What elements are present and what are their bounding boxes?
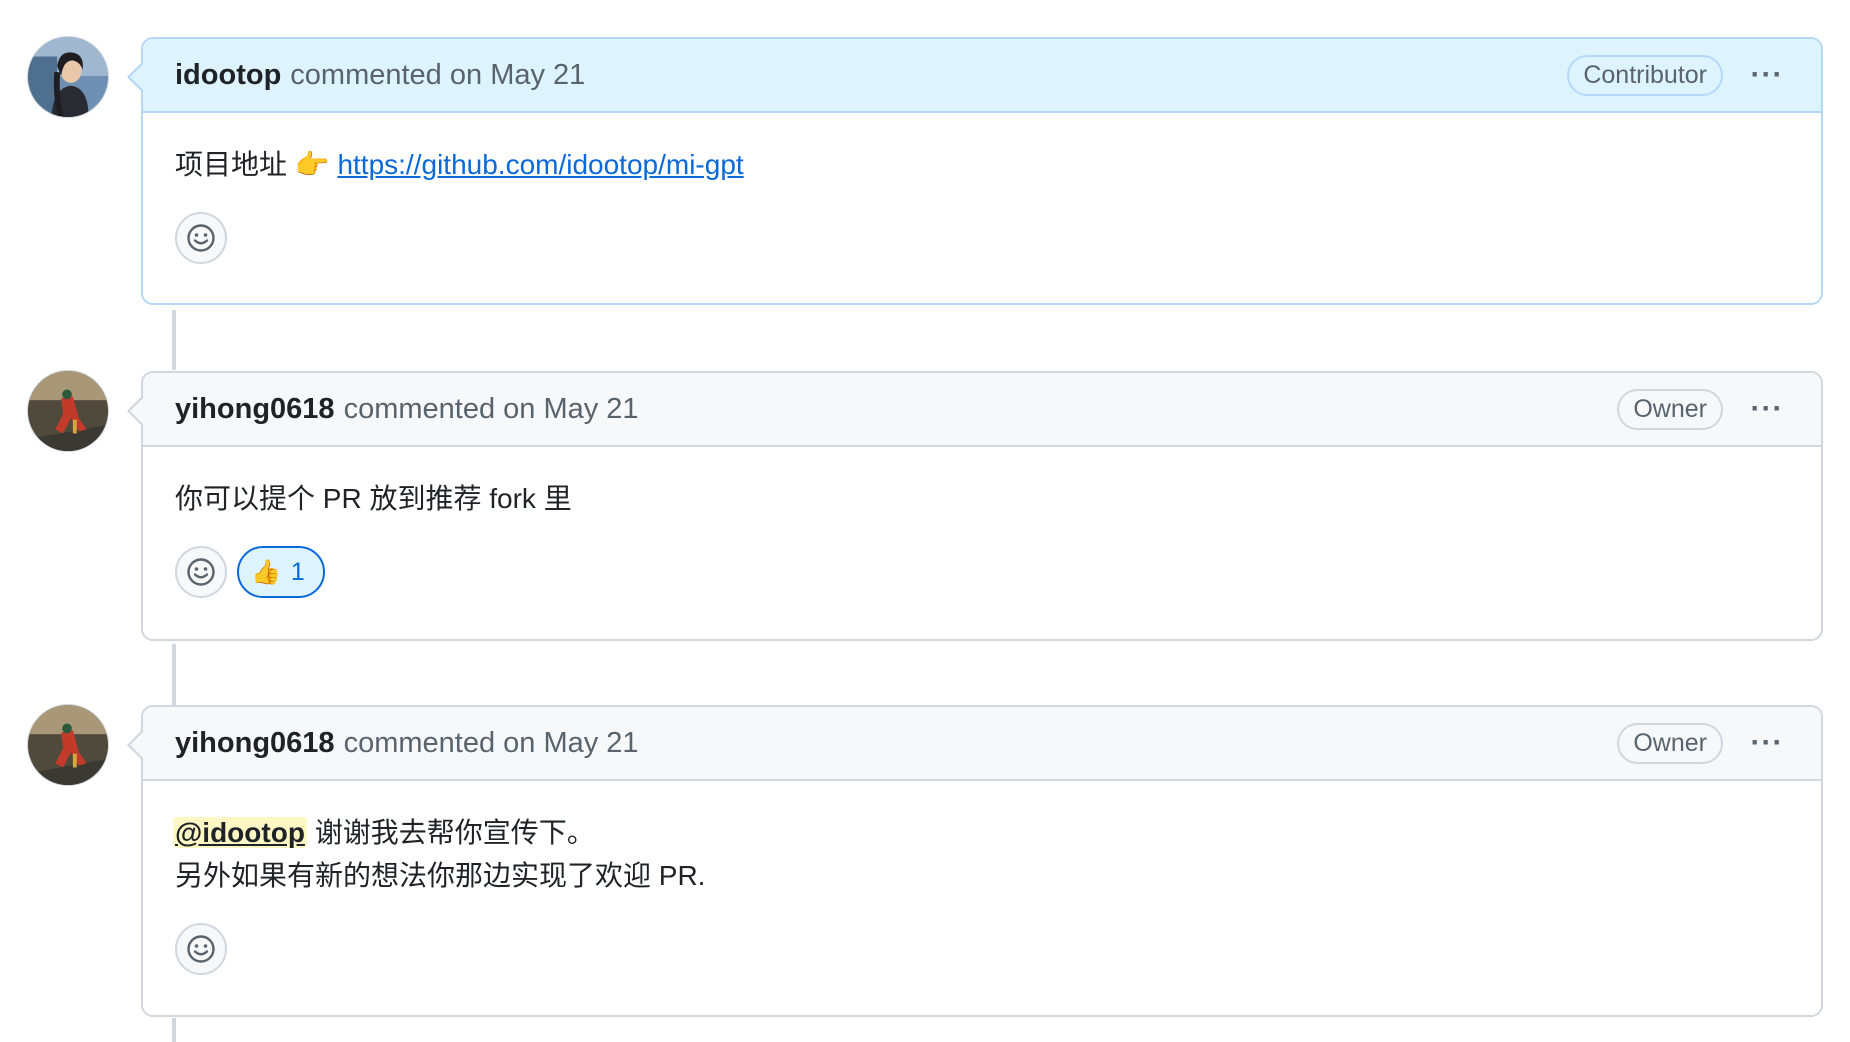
comment-action: commented xyxy=(343,726,496,759)
pointing-hand-emoji: 👉 xyxy=(294,149,330,180)
smiley-icon xyxy=(187,224,215,252)
role-badge: Owner xyxy=(1617,722,1723,764)
reactions-bar xyxy=(143,212,1821,294)
comment-meta: commented on May 21 xyxy=(290,59,585,92)
comment-body: 你可以提个 PR 放到推荐 fork 里 xyxy=(143,447,1821,546)
author-link[interactable]: idootop xyxy=(175,59,281,92)
comment-box: yihong0618 commented on May 21 Owner ···… xyxy=(127,705,1823,1017)
comment-arrow xyxy=(130,397,144,425)
more-options-button[interactable]: ··· xyxy=(1745,721,1789,765)
comment-header: idootop commented on May 21 Contributor … xyxy=(143,39,1821,113)
body-text: 项目地址 xyxy=(175,149,288,180)
reactions-bar: 👍 1 xyxy=(143,546,1821,628)
smiley-icon xyxy=(187,935,215,963)
author-link[interactable]: yihong0618 xyxy=(175,727,335,760)
avatar[interactable] xyxy=(27,36,109,118)
comment-meta: commented on May 21 xyxy=(344,393,639,426)
reactions-bar xyxy=(143,923,1821,1005)
more-options-button[interactable]: ··· xyxy=(1745,53,1789,97)
role-badge: Contributor xyxy=(1567,54,1723,96)
role-badge: Owner xyxy=(1617,388,1723,430)
avatar[interactable] xyxy=(27,704,109,786)
comment-action: commented xyxy=(343,392,496,425)
timeline-connector xyxy=(172,310,176,370)
comment-header: yihong0618 commented on May 21 Owner ··· xyxy=(143,707,1821,781)
body-line: @idootop 谢谢我去帮你宣传下。 xyxy=(173,811,1789,854)
repo-link[interactable]: https://github.com/idootop/mi-gpt xyxy=(337,149,743,180)
comment-date[interactable]: on May 21 xyxy=(503,727,638,759)
user-photo-icon xyxy=(28,371,108,451)
comment-date[interactable]: on May 21 xyxy=(503,393,638,425)
body-text: 你可以提个 PR 放到推荐 fork 里 xyxy=(175,483,572,514)
comment-meta: commented on May 21 xyxy=(344,727,639,760)
comment-arrow xyxy=(130,731,144,759)
smiley-icon xyxy=(187,558,215,586)
comment-box: idootop commented on May 21 Contributor … xyxy=(127,37,1823,305)
user-mention-link[interactable]: @idootop xyxy=(173,817,307,848)
body-text: 谢谢我去帮你宣传下。 xyxy=(314,817,595,848)
user-photo-icon xyxy=(28,705,108,785)
comment-header: yihong0618 commented on May 21 Owner ··· xyxy=(143,373,1821,447)
avatar[interactable] xyxy=(27,370,109,452)
reaction-count: 1 xyxy=(290,557,305,586)
comment-action: commented xyxy=(290,58,442,91)
more-options-button[interactable]: ··· xyxy=(1745,387,1789,431)
thumbs-up-icon: 👍 xyxy=(251,558,281,586)
thumbs-up-reaction-button[interactable]: 👍 1 xyxy=(237,546,325,598)
timeline-connector xyxy=(172,644,176,706)
timeline-connector xyxy=(172,1018,176,1042)
add-reaction-button[interactable] xyxy=(175,212,227,264)
comment-box: yihong0618 commented on May 21 Owner ···… xyxy=(127,371,1823,641)
add-reaction-button[interactable] xyxy=(175,546,227,598)
comment-body: 项目地址 👉 https://github.com/idootop/mi-gpt xyxy=(143,113,1821,212)
body-line: 另外如果有新的想法你那边实现了欢迎 PR. xyxy=(175,860,706,891)
user-photo-icon xyxy=(28,37,108,117)
comment-arrow xyxy=(130,63,144,91)
add-reaction-button[interactable] xyxy=(175,923,227,975)
author-link[interactable]: yihong0618 xyxy=(175,393,335,426)
comment-date[interactable]: on May 21 xyxy=(450,59,585,91)
comment-body: @idootop 谢谢我去帮你宣传下。 另外如果有新的想法你那边实现了欢迎 PR… xyxy=(143,781,1821,923)
